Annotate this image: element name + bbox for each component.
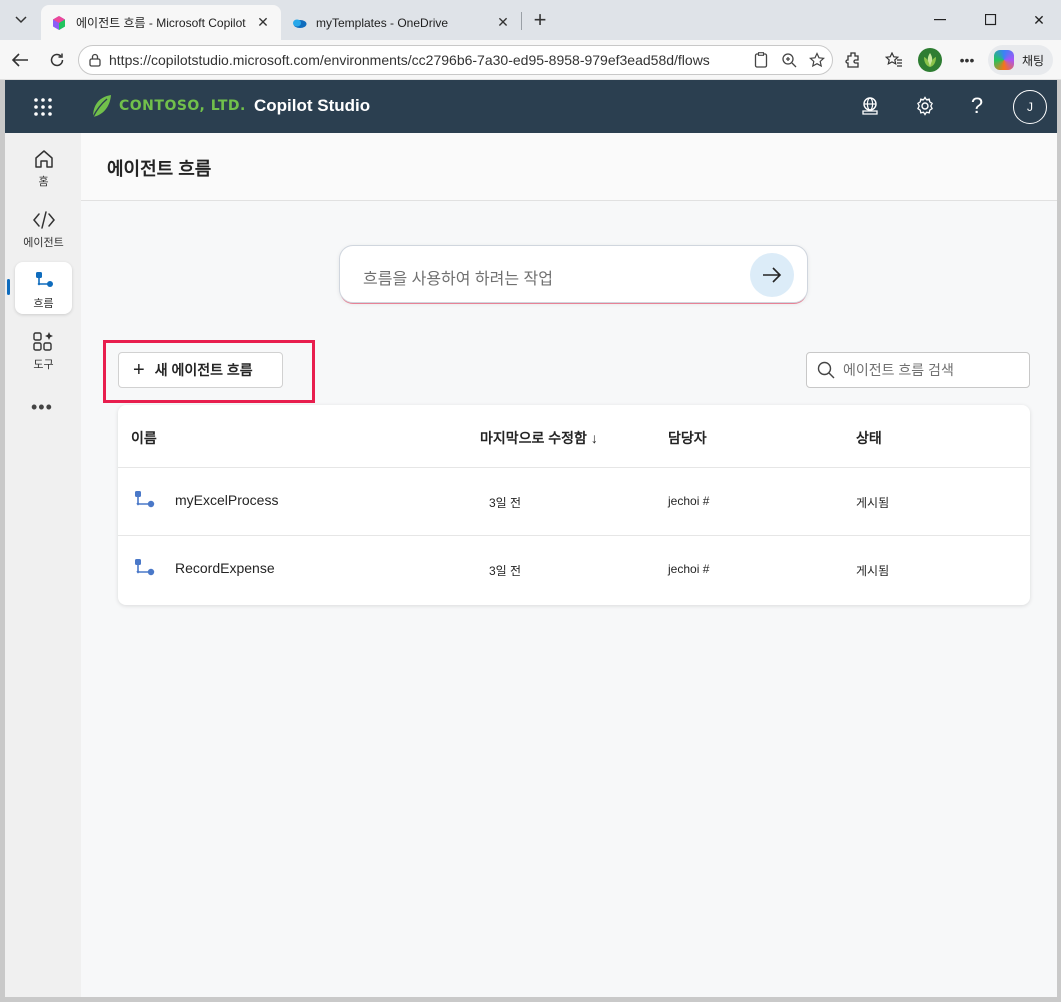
table-row[interactable]: myExcelProcess 3일 전 jechoi # 게시됨 — [118, 467, 1030, 535]
rail-item-home[interactable]: 홈 — [15, 140, 72, 192]
rail-item-label: 흐름 — [33, 298, 54, 310]
home-icon — [34, 150, 53, 168]
new-agent-flow-label: 새 에이전트 흐름 — [154, 362, 253, 378]
tools-icon — [32, 332, 53, 351]
maximize-icon[interactable] — [979, 8, 1003, 32]
rail-item-label: 에이전트 — [23, 237, 64, 249]
address-bar[interactable]: https://copilotstudio.microsoft.com/envi… — [78, 45, 833, 75]
owner-cell: jechoi # — [668, 494, 710, 508]
tab-title: 에이전트 흐름 - Microsoft Copilot — [76, 16, 246, 30]
flow-name-link[interactable]: RecordExpense — [175, 560, 275, 576]
tab-title: myTemplates - OneDrive — [316, 15, 449, 30]
refresh-icon[interactable] — [45, 48, 69, 72]
search-icon — [817, 361, 835, 379]
copilot-chat-button[interactable]: 채팅 — [988, 45, 1053, 75]
extensions-icon[interactable] — [841, 48, 865, 72]
flow-icon — [35, 272, 53, 287]
copilot-favicon-icon — [51, 15, 67, 31]
page-header: 에이전트 흐름 — [81, 133, 1057, 201]
reading-view-icon[interactable] — [751, 50, 771, 70]
tab-divider — [521, 12, 522, 30]
status-cell: 게시됨 — [856, 564, 890, 578]
copilot-icon — [994, 50, 1014, 70]
help-icon[interactable]: ? — [965, 93, 989, 118]
chat-button-label: 채팅 — [1022, 53, 1045, 68]
onedrive-favicon-icon — [291, 15, 307, 31]
favorite-star-icon[interactable] — [807, 50, 827, 70]
org-name: CONTOSO, LTD. — [119, 98, 246, 114]
more-options-icon[interactable]: ••• — [955, 48, 979, 72]
flow-search-box[interactable] — [806, 352, 1030, 388]
owner-cell: jechoi # — [668, 562, 710, 576]
more-options-icon[interactable]: ••• — [31, 397, 53, 418]
arrow-right-icon — [763, 267, 782, 283]
back-arrow-icon[interactable] — [8, 48, 32, 72]
flow-icon — [135, 491, 155, 508]
prompt-placeholder[interactable]: 흐름을 사용하여 하려는 작업 — [363, 265, 553, 289]
lock-icon[interactable] — [88, 53, 102, 70]
new-tab-button[interactable]: + — [528, 7, 552, 32]
flow-prompt-box[interactable]: 흐름을 사용하여 하려는 작업 — [339, 245, 808, 303]
url-text: https://copilotstudio.microsoft.com/envi… — [109, 52, 710, 68]
app-header: CONTOSO, LTD. Copilot Studio ? J — [5, 80, 1057, 133]
app-title[interactable]: Copilot Studio — [254, 96, 370, 116]
plus-icon: + — [133, 359, 145, 381]
active-indicator — [7, 279, 10, 295]
rail-item-agents[interactable]: 에이전트 — [15, 201, 72, 253]
minimize-icon[interactable] — [928, 8, 952, 32]
status-cell: 게시됨 — [856, 496, 890, 510]
page-title: 에이전트 흐름 — [107, 159, 212, 179]
favorites-icon[interactable] — [882, 48, 906, 72]
settings-gear-icon[interactable] — [913, 94, 937, 118]
user-avatar[interactable]: J — [1013, 90, 1047, 124]
modified-cell: 3일 전 — [489, 496, 522, 510]
org-logo[interactable]: CONTOSO, LTD. — [89, 93, 246, 119]
close-icon[interactable]: ✕ — [495, 14, 511, 31]
app-launcher-icon[interactable] — [32, 96, 54, 118]
environment-icon[interactable] — [858, 94, 882, 118]
submit-arrow-button[interactable] — [750, 253, 794, 297]
close-icon[interactable]: ✕ — [255, 14, 271, 31]
rail-item-label: 홈 — [38, 176, 49, 188]
column-header-name[interactable]: 이름 — [131, 428, 157, 448]
tab-list-chevron-icon[interactable] — [8, 7, 34, 33]
leaf-logo-icon — [92, 95, 111, 118]
column-header-status[interactable]: 상태 — [856, 428, 882, 448]
profile-avatar[interactable] — [918, 48, 942, 72]
column-header-owner[interactable]: 담당자 — [668, 428, 707, 448]
flows-table: 이름 마지막으로 수정함 ↓ 담당자 상태 myExcelProcess 3일 … — [118, 405, 1030, 605]
rail-item-label: 도구 — [33, 359, 54, 371]
table-row[interactable]: RecordExpense 3일 전 jechoi # 게시됨 — [118, 535, 1030, 603]
code-icon — [32, 211, 55, 229]
zoom-icon[interactable] — [779, 50, 799, 70]
flow-icon — [135, 559, 155, 576]
tab-copilot-studio[interactable]: 에이전트 흐름 - Microsoft Copilot ✕ — [41, 5, 281, 40]
left-nav-rail: 홈 에이전트 흐름 도구 ••• — [5, 133, 81, 997]
rail-item-flows[interactable]: 흐름 — [15, 262, 72, 314]
main-content: 에이전트 흐름 흐름을 사용하여 하려는 작업 + 새 에이전트 흐름 이름 마… — [81, 133, 1057, 997]
flow-name-link[interactable]: myExcelProcess — [175, 492, 278, 508]
search-input[interactable] — [843, 362, 1013, 378]
browser-tab-bar: 에이전트 흐름 - Microsoft Copilot ✕ myTemplate… — [0, 0, 1061, 40]
rail-item-tools[interactable]: 도구 — [15, 323, 72, 375]
new-agent-flow-button[interactable]: + 새 에이전트 흐름 — [118, 352, 283, 388]
column-header-modified[interactable]: 마지막으로 수정함 ↓ — [480, 428, 598, 448]
modified-cell: 3일 전 — [489, 564, 522, 578]
tab-onedrive[interactable]: myTemplates - OneDrive ✕ — [281, 5, 521, 40]
window-close-icon[interactable]: ✕ — [1027, 8, 1051, 32]
browser-toolbar: https://copilotstudio.microsoft.com/envi… — [0, 40, 1061, 80]
